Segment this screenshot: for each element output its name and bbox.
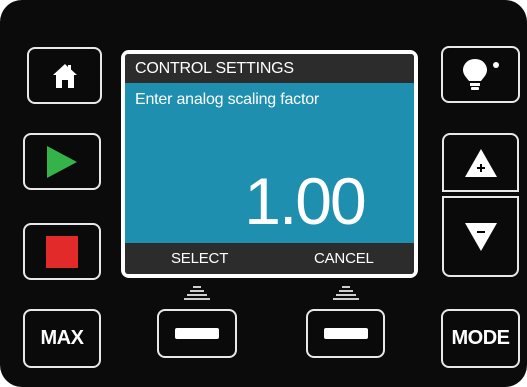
display-screen: CONTROL SETTINGS Enter analog scaling fa… [121, 50, 418, 278]
control-panel: MAX MODE CONTROL SETTINGS Enter analog s… [0, 0, 527, 387]
stop-icon [46, 235, 78, 268]
value-readout: 1.00 [244, 164, 366, 238]
decrease-button[interactable] [442, 196, 519, 277]
down-arrow-minus-icon [464, 222, 497, 251]
max-label: MAX [40, 327, 84, 349]
select-softkey-label: SELECT [171, 250, 229, 267]
light-button[interactable] [441, 46, 520, 103]
play-icon [47, 145, 77, 178]
home-icon [52, 63, 77, 88]
display-area: CONTROL SETTINGS Enter analog scaling fa… [125, 54, 414, 274]
cancel-softkey-label: CANCEL [314, 250, 374, 267]
mode-button[interactable]: MODE [441, 309, 520, 368]
screen-prompt: Enter analog scaling factor [135, 91, 320, 108]
home-button[interactable] [27, 47, 102, 104]
screen-title: CONTROL SETTINGS [125, 54, 414, 83]
softkey-indicator-left [183, 286, 211, 304]
softkey-bar-icon [323, 328, 368, 339]
up-arrow-plus-icon [464, 148, 497, 177]
softkey-right-button[interactable] [306, 309, 385, 358]
increase-button[interactable] [442, 133, 519, 192]
softkey-indicator-right [332, 286, 360, 304]
mode-label: MODE [451, 327, 511, 349]
lightbulb-icon [462, 58, 499, 90]
softkey-left-button[interactable] [157, 309, 237, 358]
softkey-bar-icon [175, 328, 219, 339]
softkey-label-bar: SELECT CANCEL [125, 243, 414, 274]
max-button[interactable]: MAX [23, 309, 101, 368]
stop-button[interactable] [23, 223, 101, 280]
play-button[interactable] [23, 133, 101, 190]
